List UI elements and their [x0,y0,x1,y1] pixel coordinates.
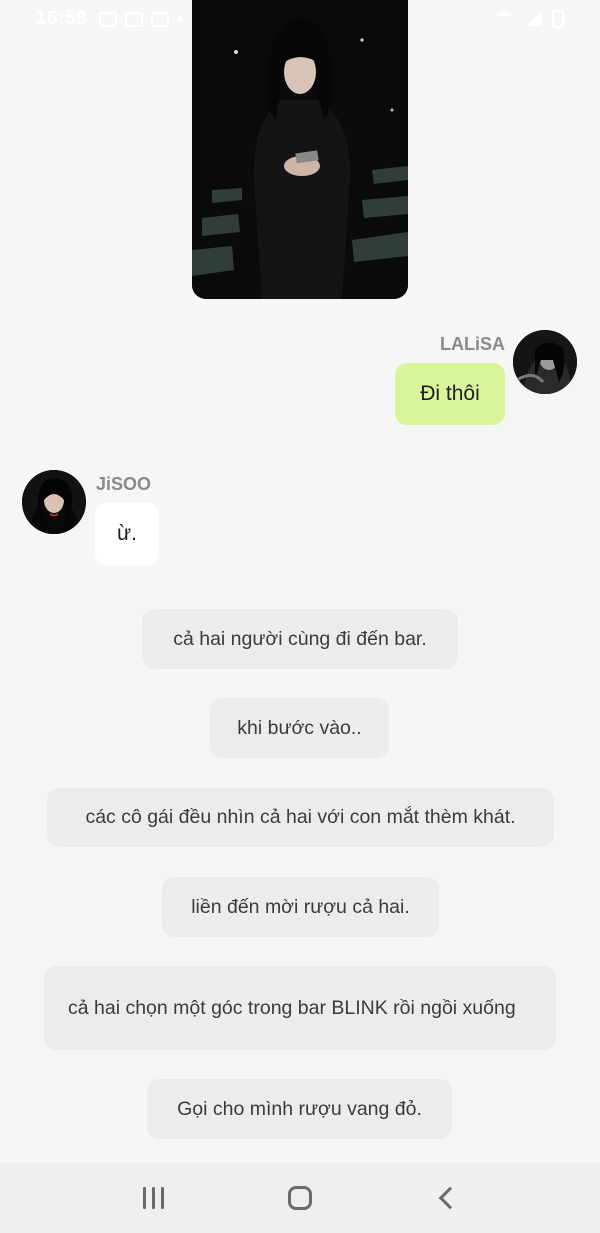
signal-icon [524,12,542,26]
recent-apps-icon [142,1187,164,1209]
back-icon [438,1186,461,1210]
message-bubble-lalisa[interactable]: Đi thôi [395,363,505,425]
status-notification-icons [99,11,184,27]
narration-item[interactable]: Gọi cho mình rượu vang đỏ. [147,1079,452,1139]
navigation-bar [0,1163,600,1233]
status-system-icons [494,10,564,28]
message-text: Đi thôi [420,382,480,406]
narration-item[interactable]: khi bước vào.. [210,698,389,758]
narration-item[interactable]: cả hai người cùng đi đến bar. [142,609,458,669]
narration-item[interactable]: các cô gái đều nhìn cả hai với con mắt t… [47,788,554,847]
narration-text: cả hai người cùng đi đến bar. [173,627,427,650]
home-button[interactable] [280,1178,320,1218]
message-text: ừ. [117,522,137,546]
messenger-icon [151,11,170,27]
calendar-icon [125,11,144,27]
narration-text: khi bước vào.. [237,716,362,739]
narration-item[interactable]: liền đến mời rượu cả hai. [162,877,439,937]
avatar-jisoo[interactable] [22,470,86,534]
sender-name-jisoo: JiSOO [96,474,152,494]
narration-text: liền đến mời rượu cả hai. [191,895,410,918]
narration-text: các cô gái đều nhìn cả hai với con mắt t… [85,806,516,829]
wifi-icon [494,12,514,26]
message-bubble-jisoo[interactable]: ừ. [95,503,159,565]
photo-message[interactable] [192,0,408,299]
home-icon [287,1186,312,1210]
back-button[interactable] [427,1178,467,1218]
gallery-icon [99,11,118,27]
avatar-lalisa[interactable] [513,330,577,394]
recent-apps-button[interactable] [133,1178,173,1218]
photo-image [192,0,408,299]
battery-icon [552,10,564,28]
narration-item[interactable]: cả hai chọn một góc trong bar BLINK rồi … [44,966,556,1050]
narration-text: Gọi cho mình rượu vang đỏ. [177,1097,422,1120]
dot-icon [177,16,184,22]
chat-screen: 16:59 LALiSA Đi thôi JiSOO ừ. cả hai ngư… [0,0,600,1233]
status-time: 16:59 [36,8,88,29]
narration-text: cả hai chọn một góc trong bar BLINK rồi … [68,996,516,1019]
status-bar: 16:59 [0,0,600,38]
sender-name-lalisa: LALiSA [440,334,505,354]
